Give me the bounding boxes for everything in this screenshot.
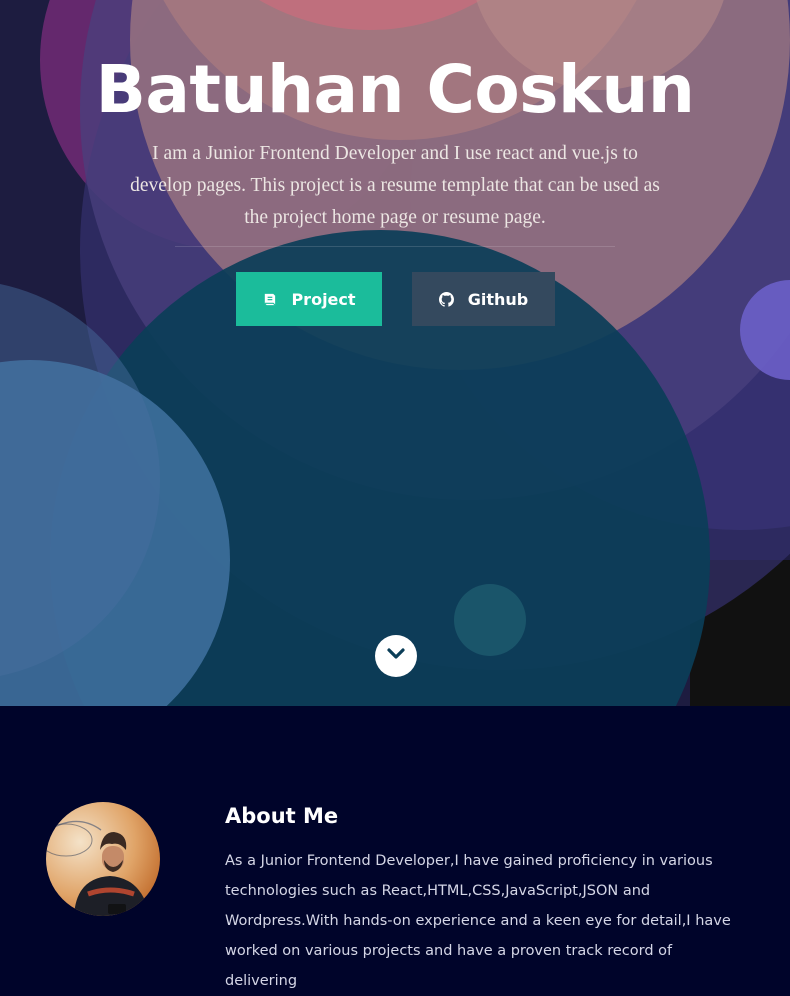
project-button-label: Project	[291, 289, 356, 309]
about-title: About Me	[225, 804, 339, 828]
book-icon	[262, 292, 277, 307]
scroll-down-button[interactable]	[375, 635, 417, 677]
about-text: As a Junior Frontend Developer,I have ga…	[225, 853, 731, 989]
hero-title: Batuhan Coskun	[95, 51, 695, 128]
hero-section: Batuhan Coskun I am a Junior Frontend De…	[0, 0, 790, 706]
hero-divider	[175, 246, 615, 247]
chevron-down-icon	[386, 647, 406, 666]
avatar	[46, 802, 160, 916]
github-button[interactable]: Github	[412, 272, 555, 326]
hero-description: I am a Junior Frontend Developer and I u…	[130, 143, 660, 228]
project-button[interactable]: Project	[236, 272, 382, 326]
about-section: About Me As a Junior Frontend Developer,…	[0, 706, 790, 989]
github-icon	[438, 291, 454, 307]
github-button-label: Github	[467, 289, 529, 309]
